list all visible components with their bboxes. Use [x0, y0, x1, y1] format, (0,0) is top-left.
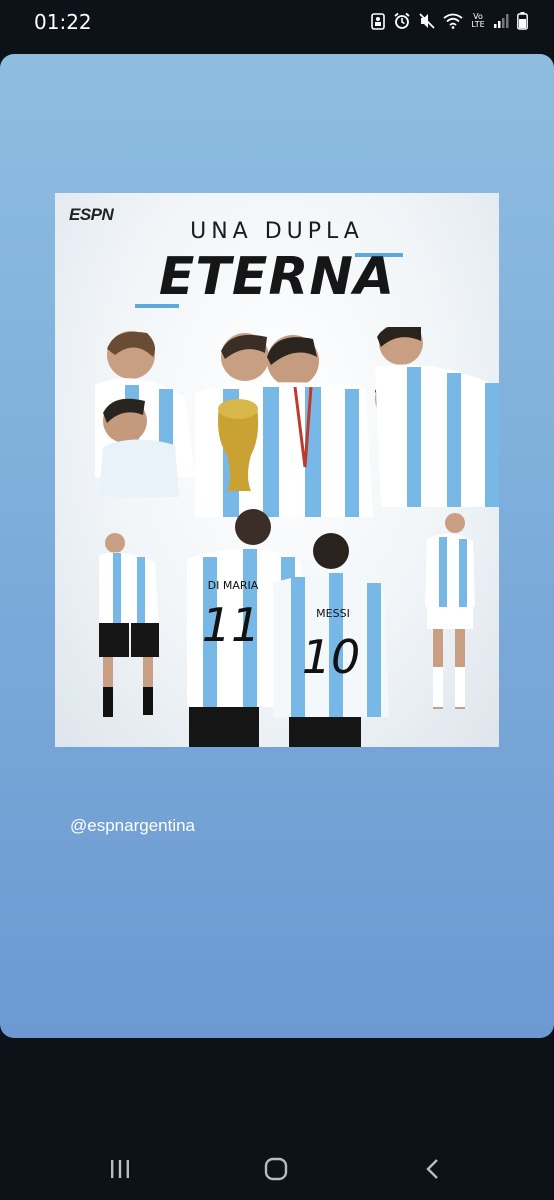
- embrace-right-group: [375, 327, 499, 507]
- accessibility-icon: [371, 13, 385, 30]
- battery-icon: [517, 12, 528, 30]
- players-illustration: DI MARIA 11 MESSI 10: [95, 327, 499, 747]
- recent-apps-button[interactable]: [100, 1154, 140, 1184]
- signal-icon: [494, 14, 509, 28]
- source-handle[interactable]: @espnargentina: [70, 816, 195, 836]
- back-icon: [426, 1159, 438, 1179]
- recent-apps-icon: [111, 1160, 129, 1178]
- alarm-icon: [394, 12, 410, 29]
- jersey-number-right: 10: [302, 630, 361, 684]
- jersey-name-left: DI MARIA: [208, 579, 259, 592]
- volte-icon: Vo LTE: [471, 12, 485, 29]
- trophy-group: [195, 333, 373, 517]
- embrace-left-group: [95, 331, 195, 497]
- poster-title-line1: UNA DUPLA: [190, 219, 364, 244]
- back-button[interactable]: [412, 1154, 452, 1184]
- navigation-bar: [0, 1130, 554, 1200]
- home-button[interactable]: [256, 1154, 296, 1184]
- accent-line-left: [135, 304, 179, 308]
- hug-lower-right-group: [425, 513, 475, 709]
- status-icons: Vo LTE: [371, 10, 528, 32]
- poster-title-line2: ETERNA: [158, 247, 396, 307]
- clock: 01:22: [34, 10, 92, 34]
- status-bar: 01:22 Vo LTE: [0, 0, 554, 44]
- mute-icon: [419, 13, 435, 29]
- poster-image[interactable]: ESPN UNA DUPLA ETERNA DI MARIA 11 MESSI …: [55, 193, 499, 747]
- players-back-view-group: DI MARIA 11 MESSI 10: [187, 509, 389, 747]
- hug-lower-left-group: [99, 533, 159, 717]
- jersey-name-right: MESSI: [316, 607, 350, 620]
- wifi-icon: [443, 13, 463, 29]
- home-icon: [264, 1157, 288, 1181]
- jersey-number-left: 11: [202, 598, 261, 652]
